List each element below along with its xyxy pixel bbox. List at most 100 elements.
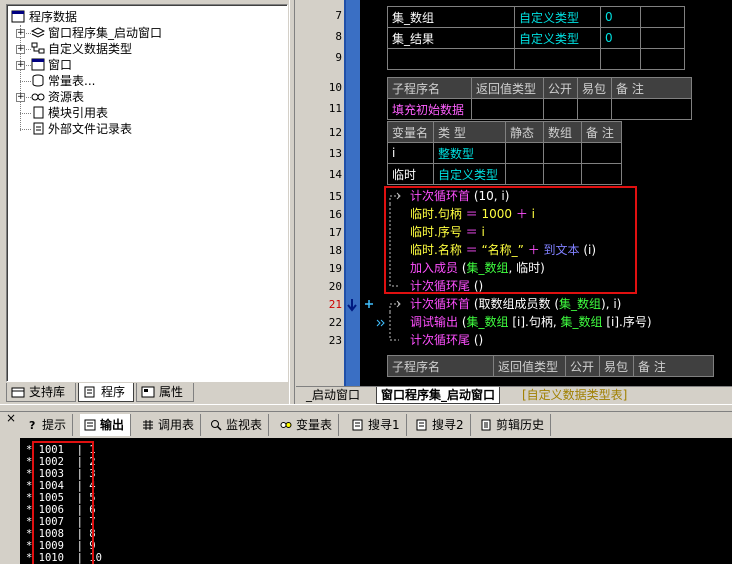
horizontal-splitter[interactable] [0,404,732,412]
table-row[interactable]: 临时 自定义类型 [387,163,622,185]
output-row: * 1007 | 7 [26,516,96,528]
output-row: * 1009 | 9 [26,540,96,552]
output-row: * 1006 | 6 [26,504,96,516]
line-number-current: 21 [328,298,342,311]
col-header: 备 注 [633,355,714,377]
tab-properties[interactable]: 属性 [136,383,194,402]
tab-search-2[interactable]: 搜寻2 [412,414,471,436]
tab-label: 监视表 [226,418,263,432]
tab-support-library[interactable]: 支持库 [6,383,76,402]
code-line-22[interactable]: 调试输出 (集_数组 [i].句柄, 集_数组 [i].序号) [410,314,652,331]
tree-item-label: 常量表... [48,74,96,88]
tab-label: 支持库 [29,385,66,399]
table-row[interactable]: 集_数组 自定义类型 0 [387,6,685,28]
code-line-21[interactable]: 计次循环首 (取数组成员数 (集_数组), i) [410,296,621,313]
hierarchy-icon [31,42,45,54]
properties-icon [141,386,155,398]
vertical-splitter[interactable] [289,0,295,404]
var-array[interactable]: 0 [600,6,641,28]
tab-hints[interactable]: ? 提示 [22,414,74,436]
code-line-18[interactable]: 临时.名称 ＝ “名称_” ＋ 到文本 (i) [410,242,596,259]
col-header: 变量名 [387,121,434,143]
tree-tabs: 支持库 程序 属性 [6,383,288,403]
code-line-20[interactable]: 计次循环尾 () [410,278,483,295]
var-name[interactable]: 临时 [387,163,434,185]
program-data-icon [11,10,25,23]
code-line-19[interactable]: 加入成员 (集_数组, 临时) [410,260,545,277]
local-variable-table: 变量名 类 型 静态 数组 备 注 i 整数型 临时 自定义类型 [387,121,622,185]
line-number: 7 [335,9,342,22]
program-tree[interactable]: 程序数据 + 窗口程序集_启动窗口 + 自定义数据类型 + 窗口 常量表... … [6,4,288,382]
clipboard-icon [481,419,491,431]
magnifier-icon [211,420,222,431]
tab-window-assembly[interactable]: 窗口程序集_启动窗口 [376,387,501,404]
tree-item-label: 窗口 [48,58,73,72]
expand-icon[interactable]: + [16,29,25,38]
var-type[interactable]: 整数型 [433,142,506,164]
line-number-gutter: 7 8 9 10 11 12 13 14 15 16 17 18 19 20 2… [296,0,344,386]
table-row[interactable]: i 整数型 [387,142,622,164]
code-editor[interactable]: 7 8 9 10 11 12 13 14 15 16 17 18 19 20 2… [296,0,732,386]
expand-icon[interactable]: + [16,45,25,54]
var-note[interactable] [640,6,685,28]
tab-clip-history[interactable]: 剪辑历史 [476,414,552,436]
layers-icon [31,27,45,38]
breakpoint-bar[interactable] [344,0,360,386]
expand-icon[interactable]: + [16,61,25,70]
tab-custom-type-table[interactable]: [自定义数据类型表] [518,387,631,404]
line-number: 8 [335,30,342,43]
var-type[interactable]: 自定义类型 [433,163,506,185]
close-icon[interactable]: × [4,412,18,426]
tree-item-label: 窗口程序集_启动窗口 [48,26,163,40]
sub-name[interactable]: 填充初始数据 [387,98,472,120]
var-name[interactable]: 集_结果 [387,27,515,49]
tab-label: 变量表 [296,418,333,432]
svg-text:?: ? [29,419,35,431]
line-number: 16 [328,208,342,221]
output-row: * 1003 | 3 [26,468,96,480]
next-subroutine-table: 子程序名 返回值类型 公开 易包 备 注 [387,355,714,377]
tree-root-label: 程序数据 [29,10,78,24]
table-header: 变量名 类 型 静态 数组 备 注 [387,121,622,143]
code-line-15[interactable]: 计次循环首 (10, i) [410,188,509,205]
table-row[interactable]: 填充初始数据 [387,98,692,120]
expand-icon[interactable]: + [16,93,25,102]
line-number: 17 [328,226,342,239]
tab-call-table[interactable]: 调用表 [138,414,202,436]
code-line-17[interactable]: 临时.序号 ＝ i [410,224,485,241]
table-row[interactable] [387,48,685,70]
table-header: 子程序名 返回值类型 公开 易包 备 注 [387,355,714,377]
var-type[interactable]: 自定义类型 [514,6,601,28]
tab-watch-table[interactable]: 监视表 [206,414,270,436]
col-header: 静态 [505,121,544,143]
code-line-23[interactable]: 计次循环尾 () [410,332,483,349]
tab-program[interactable]: 程序 [78,383,134,402]
bottom-tabs: ? 提示 输出 调用表 监视表 变量表 搜寻1 搜寻2 剪辑历史 [22,414,732,438]
tab-output[interactable]: 输出 [80,414,132,436]
tree-item-label: 外部文件记录表 [48,122,133,136]
var-type[interactable]: 自定义类型 [514,27,601,49]
col-header: 备 注 [611,77,692,99]
loop-guide-lines [389,192,401,341]
window-icon [31,58,45,71]
var-name[interactable]: 集_数组 [387,6,515,28]
tab-start-window[interactable]: _启动窗口 [302,387,364,404]
col-header: 公开 [543,77,578,99]
document-icon [33,122,44,135]
output-row: * 1008 | 8 [26,528,96,540]
code-line-16[interactable]: 临时.句柄 ＝ 1000 ＋ i [410,206,535,223]
output-console[interactable]: * 1001 | 1 * 1002 | 2 * 1003 | 3 * 1004 … [20,438,732,564]
line-number: 9 [335,51,342,64]
table-row[interactable]: 集_结果 自定义类型 0 [387,27,685,49]
col-header: 类 型 [433,121,506,143]
tab-variable-table[interactable]: 变量表 [276,414,340,436]
tab-search-1[interactable]: 搜寻1 [348,414,407,436]
plus-icon[interactable] [364,299,374,309]
cylinder-icon [32,74,44,87]
tab-label: 输出 [100,418,125,432]
var-name[interactable]: i [387,142,434,164]
var-array[interactable]: 0 [600,27,641,49]
var-note[interactable] [640,27,685,49]
tab-label: 搜寻1 [368,418,400,432]
col-header: 备 注 [581,121,622,143]
